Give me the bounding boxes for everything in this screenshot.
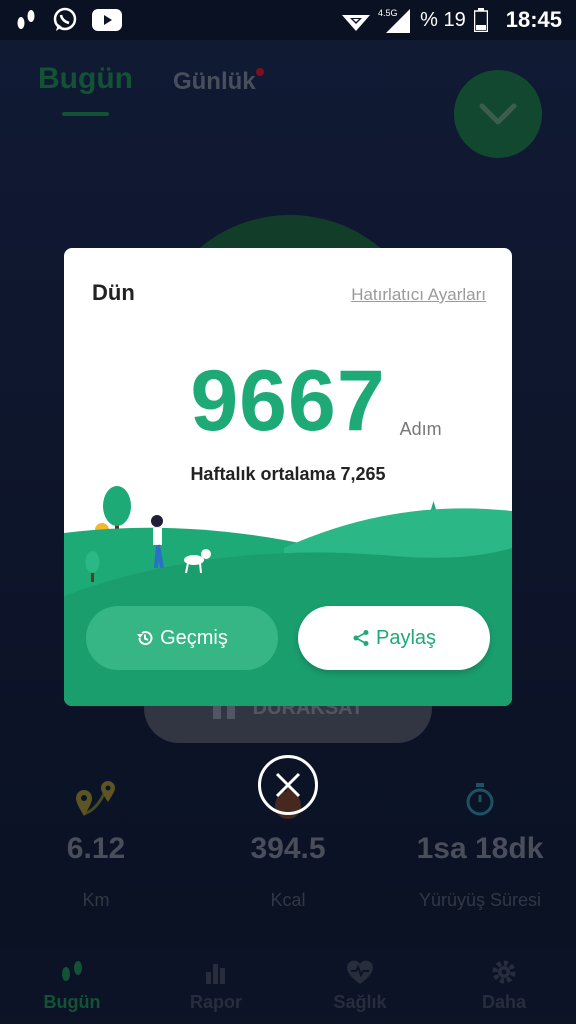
steps-unit: Adım	[399, 419, 442, 439]
status-bar: 4.5G % 19 18:45	[0, 0, 576, 40]
footsteps-icon	[14, 8, 38, 32]
share-button[interactable]: Paylaş	[298, 606, 490, 670]
close-icon	[275, 772, 301, 798]
signal-icon: 4.5G	[378, 7, 412, 33]
whatsapp-icon	[52, 7, 78, 33]
history-button[interactable]: Geçmiş	[86, 606, 278, 670]
yesterday-summary-dialog: Dün Hatırlatıcı Ayarları 9667 Adım Hafta…	[64, 248, 512, 706]
steps-count: 9667	[190, 353, 386, 449]
youtube-icon	[92, 9, 122, 31]
dialog-title: Dün	[92, 280, 135, 305]
wifi-icon	[342, 9, 371, 31]
steps-display: 9667 Adım	[64, 358, 512, 444]
share-button-label: Paylaş	[375, 626, 437, 649]
battery-icon	[473, 8, 488, 32]
clock: 18:45	[505, 7, 562, 32]
history-icon	[137, 631, 153, 646]
history-button-label: Geçmiş	[160, 626, 228, 649]
share-icon	[353, 630, 369, 646]
close-button[interactable]	[258, 755, 318, 815]
walking-landscape-illustration	[64, 486, 512, 706]
reminder-settings-link[interactable]: Hatırlatıcı Ayarları	[351, 285, 486, 305]
battery-percent: % 19	[420, 8, 466, 31]
network-type-label: 4.5G	[378, 8, 398, 18]
